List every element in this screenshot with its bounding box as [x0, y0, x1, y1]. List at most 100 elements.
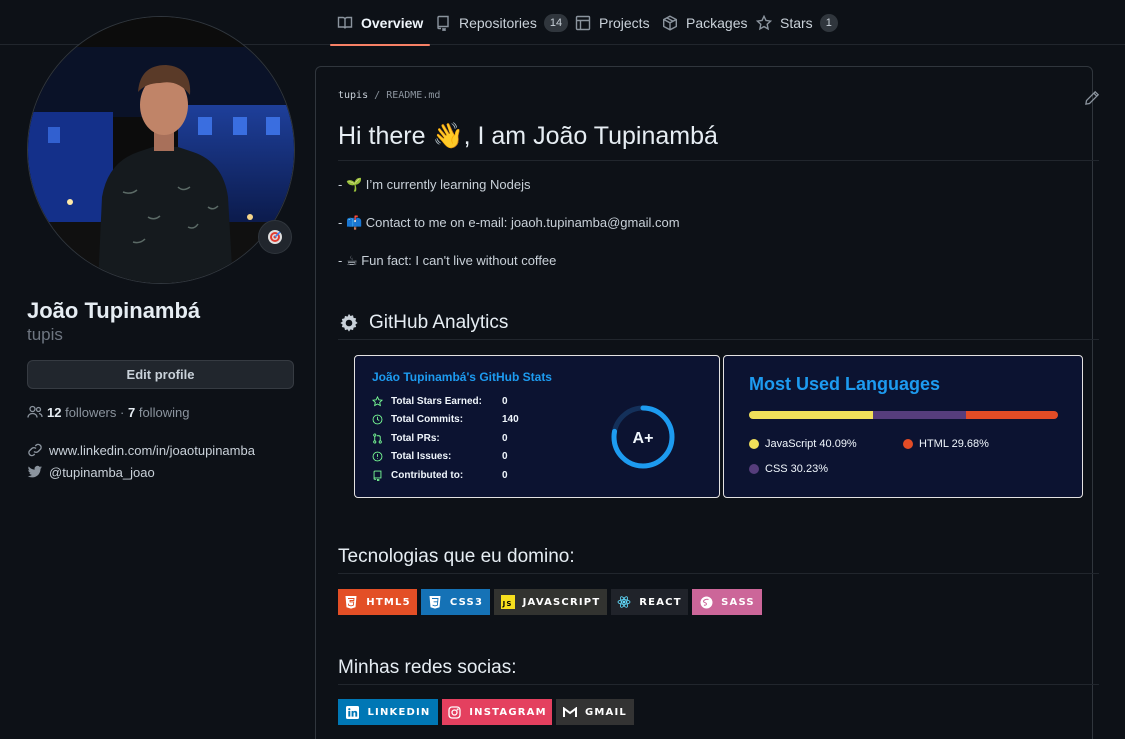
repo-icon: [373, 470, 382, 481]
status-emoji-button[interactable]: [258, 220, 292, 254]
repositories-count-badge: 14: [543, 13, 569, 32]
readme-heading: Hi there 👋, I am João Tupinambá: [338, 122, 718, 150]
badge-label: REACT: [639, 596, 682, 608]
stat-value-issues: 0: [502, 451, 508, 462]
badge-label: CSS3: [449, 596, 484, 608]
rank-grade: A+: [633, 430, 654, 447]
html5-badge[interactable]: HTML5: [338, 589, 417, 615]
language-item-javascript: JavaScript 40.09%: [749, 438, 857, 450]
stat-value-prs: 0: [502, 433, 508, 444]
css3-icon: [428, 595, 442, 609]
pencil-icon[interactable]: [1084, 90, 1100, 106]
repo-icon: [437, 15, 449, 31]
readme-path-user[interactable]: tupis: [338, 90, 368, 101]
readme-line-fun-fact: - ☕ Fun fact: I can't live without coffe…: [338, 253, 557, 268]
language-label: HTML 29.68%: [919, 438, 989, 450]
tab-overview[interactable]: Overview: [329, 0, 431, 46]
readme-path-file: README.md: [386, 90, 441, 101]
profile-username: tupis: [27, 325, 63, 344]
language-color-dot: [749, 439, 759, 449]
people-icon: [27, 405, 43, 418]
tab-label: Projects: [599, 14, 650, 31]
dart-target-icon: [268, 230, 282, 244]
avatar-photo: [28, 17, 294, 283]
language-bar-segment-javascript: [749, 411, 873, 419]
followers-link[interactable]: 12 followers: [47, 405, 116, 420]
twitter-icon: [27, 465, 42, 478]
languages-progress-bar: [749, 411, 1058, 419]
badge-label: JAVASCRIPT: [522, 596, 601, 608]
stat-value-commits: 140: [502, 414, 519, 425]
clock-icon: [372, 414, 383, 425]
stat-label: Contributed to:: [391, 470, 464, 481]
stat-label: Total PRs:: [391, 433, 440, 444]
analytics-heading: GitHub Analytics: [338, 312, 508, 334]
link-icon: [28, 443, 42, 457]
stat-value-contributed: 0: [502, 470, 508, 481]
followers-label: followers: [65, 404, 117, 420]
followers-count: 12: [47, 404, 62, 420]
tab-projects[interactable]: Projects: [575, 0, 650, 45]
javascript-badge[interactable]: JS JAVASCRIPT: [494, 589, 607, 615]
linkedin-badge[interactable]: LINKEDIN: [338, 699, 438, 725]
gmail-badge[interactable]: GMAIL: [556, 699, 634, 725]
edit-profile-button[interactable]: Edit profile: [27, 360, 294, 389]
following-count: 7: [127, 404, 136, 420]
github-stats-card[interactable]: João Tupinambá's GitHub Stats Total Star…: [354, 355, 720, 498]
language-bar-segment-html: [966, 411, 1058, 419]
readme-path: tupis / README.md: [338, 90, 440, 101]
stat-label: Total Stars Earned:: [391, 396, 482, 407]
stat-label: Total Issues:: [391, 451, 452, 462]
language-label: CSS 30.23%: [765, 463, 828, 475]
tab-stars[interactable]: Stars 1: [756, 0, 838, 45]
stats-card-title: João Tupinambá's GitHub Stats: [372, 370, 552, 384]
javascript-icon: JS: [500, 595, 515, 609]
badge-label: LINKEDIN: [367, 706, 431, 718]
follow-separator: ·: [120, 404, 125, 420]
badge-label: HTML5: [366, 596, 411, 608]
language-label: JavaScript 40.09%: [765, 438, 857, 450]
gear-icon: [340, 313, 358, 332]
top-languages-card[interactable]: Most Used Languages JavaScript 40.09% HT…: [723, 355, 1083, 498]
tech-divider: [338, 573, 1099, 574]
instagram-badge[interactable]: INSTAGRAM: [442, 699, 552, 725]
stat-value-stars: 0: [502, 396, 508, 407]
instagram-icon: [447, 705, 461, 719]
html5-icon: [344, 595, 358, 609]
languages-card-title: Most Used Languages: [749, 374, 941, 394]
badge-label: INSTAGRAM: [469, 706, 547, 718]
following-label: following: [138, 404, 190, 420]
stat-row-stars: Total Stars Earned:: [372, 396, 482, 407]
sass-badge[interactable]: SASS: [692, 589, 762, 615]
tab-repositories[interactable]: Repositories 14: [435, 0, 569, 45]
language-color-dot: [749, 464, 759, 474]
stat-row-contributed: Contributed to:: [372, 470, 463, 481]
avatar[interactable]: [27, 16, 295, 284]
language-bar-segment-css: [872, 411, 967, 419]
tab-label: Repositories: [459, 14, 537, 31]
website-link[interactable]: www.linkedin.com/in/joaotupinamba: [27, 442, 255, 458]
language-item-html: HTML 29.68%: [903, 438, 989, 450]
analytics-divider: [338, 339, 1099, 340]
sass-icon: [699, 595, 713, 609]
tab-label: Packages: [686, 14, 748, 31]
css3-badge[interactable]: CSS3: [421, 589, 490, 615]
badge-label: SASS: [721, 596, 755, 608]
react-icon: [617, 595, 631, 609]
twitter-link[interactable]: @tupinamba_joao: [27, 464, 155, 480]
stat-label: Total Commits:: [391, 414, 464, 425]
table-icon: [575, 15, 591, 30]
social-heading: Minhas redes socias:: [338, 657, 517, 678]
website-url: www.linkedin.com/in/joaotupinamba: [49, 442, 255, 458]
stars-count-badge: 1: [819, 13, 838, 32]
language-color-dot: [903, 439, 913, 449]
gmail-icon: [563, 705, 577, 719]
star-icon: [372, 396, 383, 407]
tab-label: Stars: [780, 14, 813, 31]
rank-ring: A+: [611, 405, 675, 469]
tab-label: Overview: [361, 14, 424, 31]
react-badge[interactable]: REACT: [611, 589, 688, 615]
tab-packages[interactable]: Packages: [662, 0, 747, 45]
following-link[interactable]: 7 following: [128, 405, 189, 420]
badge-label: GMAIL: [585, 706, 627, 718]
